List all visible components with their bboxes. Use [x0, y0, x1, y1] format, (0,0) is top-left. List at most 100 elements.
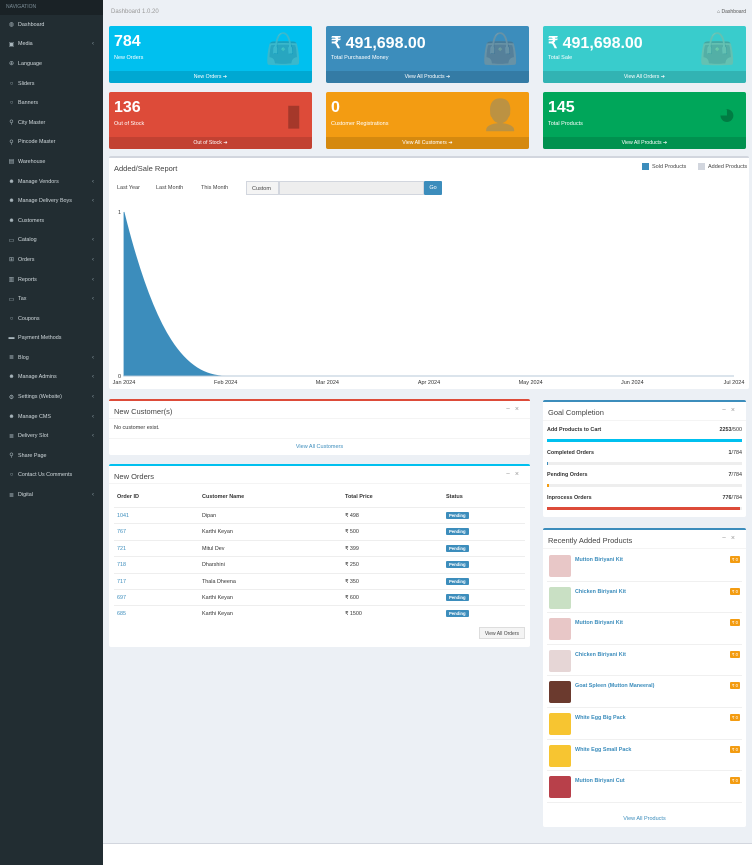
sidebar-item-tax[interactable]: ▭ Tax ‹ [0, 289, 103, 309]
stat-value: 136 [114, 99, 141, 116]
order-id-link[interactable]: 721 [117, 546, 126, 552]
sidebar-item-orders[interactable]: ⊞ Orders ‹ [0, 250, 103, 270]
sidebar-item-manage-admins[interactable]: ☻ Manage Admins ‹ [0, 368, 103, 388]
product-name-link[interactable]: Chicken Biriyani Kit [575, 652, 626, 658]
sidebar-item-share-page[interactable]: ⚲ Share Page [0, 446, 103, 466]
close-icon[interactable]: × [731, 407, 740, 414]
product-name-link[interactable]: White Egg Big Pack [575, 715, 626, 721]
breadcrumb[interactable]: ⌂ Dashboard [717, 9, 746, 15]
range-last-month[interactable]: Last Month [156, 185, 183, 191]
users-icon: ☻ [8, 374, 15, 381]
sidebar-item-manage-cms[interactable]: ☻ Manage CMS ‹ [0, 407, 103, 427]
sidebar-item-manage-vendors[interactable]: ☻ Manage Vendors ‹ [0, 172, 103, 192]
image-icon: ▣ [8, 41, 15, 48]
col-status: Status [446, 494, 463, 500]
sidebar-item-payment-methods[interactable]: ▬ Payment Methods [0, 329, 103, 349]
sidebar-item-dashboard[interactable]: ◍ Dashboard [0, 15, 103, 35]
sidebar-item-reports[interactable]: ▥ Reports ‹ [0, 270, 103, 290]
sidebar-item-label: Manage CMS [18, 413, 51, 420]
circle-icon: ○ [9, 80, 14, 87]
sidebar-item-pincode-master[interactable]: ⚲ Pincode Master [0, 133, 103, 153]
list-icon: ≣ [8, 492, 15, 499]
stat-more-link[interactable]: View All Orders ➔ [543, 71, 746, 83]
goal-label: Add Products to Cart [547, 427, 602, 433]
panel-tools: −× [722, 407, 740, 414]
product-name-link[interactable]: White Egg Small Pack [575, 747, 631, 753]
sidebar-item-city-master[interactable]: ⚲ City Master [0, 113, 103, 133]
x-tick-label: Apr 2024 [418, 380, 440, 386]
view-all-products-link[interactable]: View All Products [543, 816, 746, 822]
order-id-link[interactable]: 718 [117, 562, 126, 568]
sidebar-item-manage-delivery-boys[interactable]: ☻ Manage Delivery Boys ‹ [0, 191, 103, 211]
order-id-link[interactable]: 767 [117, 529, 126, 535]
go-button[interactable]: Go [424, 181, 442, 195]
sidebar-item-label: Blog [18, 354, 29, 361]
range-this-month[interactable]: This Month [201, 185, 228, 191]
goal-label: Completed Orders [547, 449, 595, 456]
stat-more-link[interactable]: Out of Stock ➔ [109, 137, 312, 149]
collapse-icon[interactable]: − [722, 407, 731, 414]
sidebar-item-language[interactable]: ⊕ Language [0, 54, 103, 74]
sidebar-item-label: Sliders [18, 80, 35, 87]
sidebar-item-contact-us-comments[interactable]: ○ Contact Us Comments [0, 466, 103, 486]
goal-completion-panel: Goal Completion −× Add Products to Cart 2… [543, 400, 746, 517]
order-price: ₹ 600 [345, 595, 359, 601]
stat-box: 👜 ₹ 491,698.00 Total Sale View All Orders ➔ [543, 26, 746, 83]
stat-value: 145 [548, 99, 575, 116]
col-customer-name: Customer Name [202, 494, 245, 500]
close-icon[interactable]: × [731, 535, 740, 542]
view-all-orders-button[interactable]: View All Orders [478, 627, 525, 639]
list-item: Mutton Biriyani Cut ₹ 0 [547, 771, 742, 803]
stat-more-link[interactable]: View All Products ➔ [543, 137, 746, 149]
sidebar-item-digital[interactable]: ≣ Digital ‹ [0, 485, 103, 505]
customer-name: Karthi Keyan [202, 611, 233, 618]
stat-more-link[interactable]: View All Customers ➔ [326, 137, 529, 149]
progress-bar [547, 484, 742, 487]
x-tick-label: Jan 2024 [113, 380, 136, 386]
range-last-year[interactable]: Last Year [117, 185, 140, 191]
sidebar-item-delivery-slot[interactable]: ≣ Delivery Slot ‹ [0, 426, 103, 446]
stat-label: Out of Stock [114, 121, 145, 127]
order-id-link[interactable]: 717 [117, 579, 126, 585]
sidebar-item-coupons[interactable]: ○ Coupons [0, 309, 103, 329]
sidebar-item-sliders[interactable]: ○ Sliders [0, 74, 103, 94]
order-id-link[interactable]: 697 [117, 595, 126, 601]
close-icon[interactable]: × [515, 471, 524, 478]
product-price-badge: ₹ 0 [729, 745, 740, 753]
product-name-link[interactable]: Goat Spleen (Mutton Maneeral) [575, 683, 654, 689]
close-icon[interactable]: × [515, 406, 524, 413]
goal-item: Inprocess Orders 776/784 [547, 495, 742, 513]
stat-more-link[interactable]: New Orders ➔ [109, 71, 312, 83]
view-all-customers-link[interactable]: View All Customers [109, 444, 530, 450]
recent-products-panel: Recently Added Products −× Mutton Biriya… [543, 528, 746, 827]
stat-more-link[interactable]: View All Products ➔ [326, 71, 529, 83]
sidebar-item-settings-website[interactable]: ⚙ Settings (Website) ‹ [0, 387, 103, 407]
product-name-link[interactable]: Chicken Biriyani Kit [575, 589, 626, 595]
product-name-link[interactable]: Mutton Biriyani Kit [575, 557, 623, 563]
collapse-icon[interactable]: − [506, 471, 515, 478]
sidebar-item-catalog[interactable]: ▭ Catalog ‹ [0, 231, 103, 251]
order-id-link[interactable]: 685 [117, 611, 126, 617]
content-header: Dashboard 1.0.20 ⌂ Dashboard [103, 0, 752, 26]
product-name-link[interactable]: Mutton Biriyani Kit [575, 620, 623, 626]
goal-total: /500 [731, 427, 743, 433]
goal-item: Completed Orders 1/784 [547, 450, 742, 468]
order-id-link[interactable]: 1041 [117, 513, 129, 519]
list-item: Mutton Biriyani Kit ₹ 0 [547, 550, 742, 582]
sidebar-item-blog[interactable]: ≣ Blog ‹ [0, 348, 103, 368]
sidebar-item-warehouse[interactable]: ▤ Warehouse [0, 152, 103, 172]
order-price: ₹ 1500 [345, 611, 362, 618]
dashboard-icon: ◍ [8, 22, 15, 29]
product-name-link[interactable]: Mutton Biriyani Cut [575, 778, 625, 784]
sidebar-item-banners[interactable]: ○ Banners [0, 93, 103, 113]
status-badge: Pending [446, 544, 469, 552]
panel-tools: −× [722, 535, 740, 542]
collapse-icon[interactable]: − [722, 535, 731, 542]
stat-value: ₹ 491,698.00 [548, 35, 643, 52]
sidebar-item-customers[interactable]: ☻ Customers [0, 211, 103, 231]
collapse-icon[interactable]: − [506, 406, 515, 413]
new-customers-panel: New Customer(s) −× No customer exist. Vi… [109, 399, 530, 455]
sidebar-item-media[interactable]: ▣ Media ‹ [0, 35, 103, 55]
product-thumbnail [549, 744, 571, 767]
custom-date-input[interactable] [279, 181, 424, 195]
